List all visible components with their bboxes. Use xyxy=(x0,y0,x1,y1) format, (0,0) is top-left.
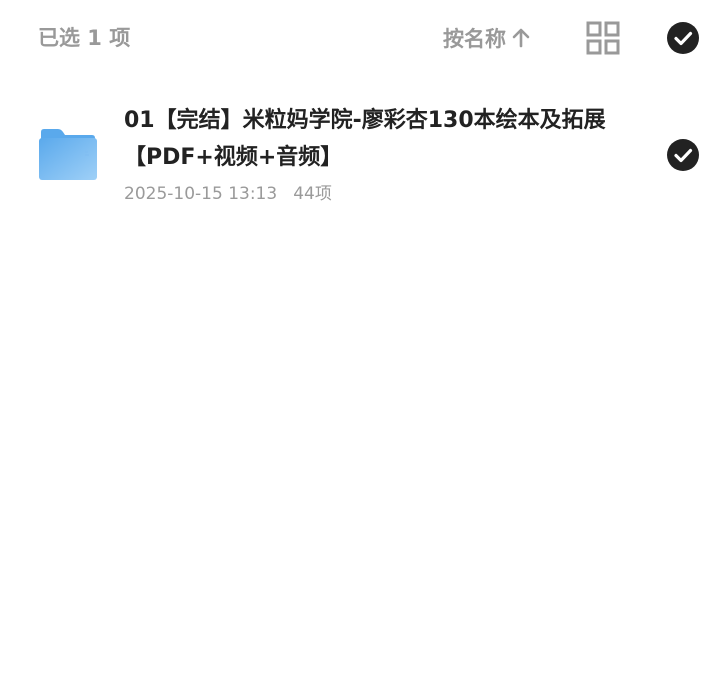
arrow-up-icon xyxy=(512,28,530,48)
sort-label: 按名称 xyxy=(443,27,506,51)
sort-by-name-button[interactable]: 按名称 xyxy=(443,24,530,52)
file-name: 01【完结】米粒妈学院-廖彩杏130本绘本及拓展【PDF+视频+音频】 xyxy=(124,108,606,170)
grid-view-icon[interactable] xyxy=(586,21,620,55)
file-modified-time: 2025-10-15 13:13 xyxy=(124,184,278,204)
selection-toolbar: 已选 1 项 按名称 xyxy=(0,0,714,76)
row-check-icon[interactable] xyxy=(667,139,699,171)
file-meta: 2025-10-15 13:13 44项 xyxy=(124,182,332,206)
select-all-check-icon[interactable] xyxy=(667,22,699,54)
file-list-item[interactable]: 01【完结】米粒妈学院-廖彩杏130本绘本及拓展【PDF+视频+音频】 2025… xyxy=(0,88,714,220)
selected-count-label: 已选 1 项 xyxy=(38,26,131,50)
folder-icon xyxy=(38,128,98,180)
file-item-count: 44项 xyxy=(293,184,332,204)
